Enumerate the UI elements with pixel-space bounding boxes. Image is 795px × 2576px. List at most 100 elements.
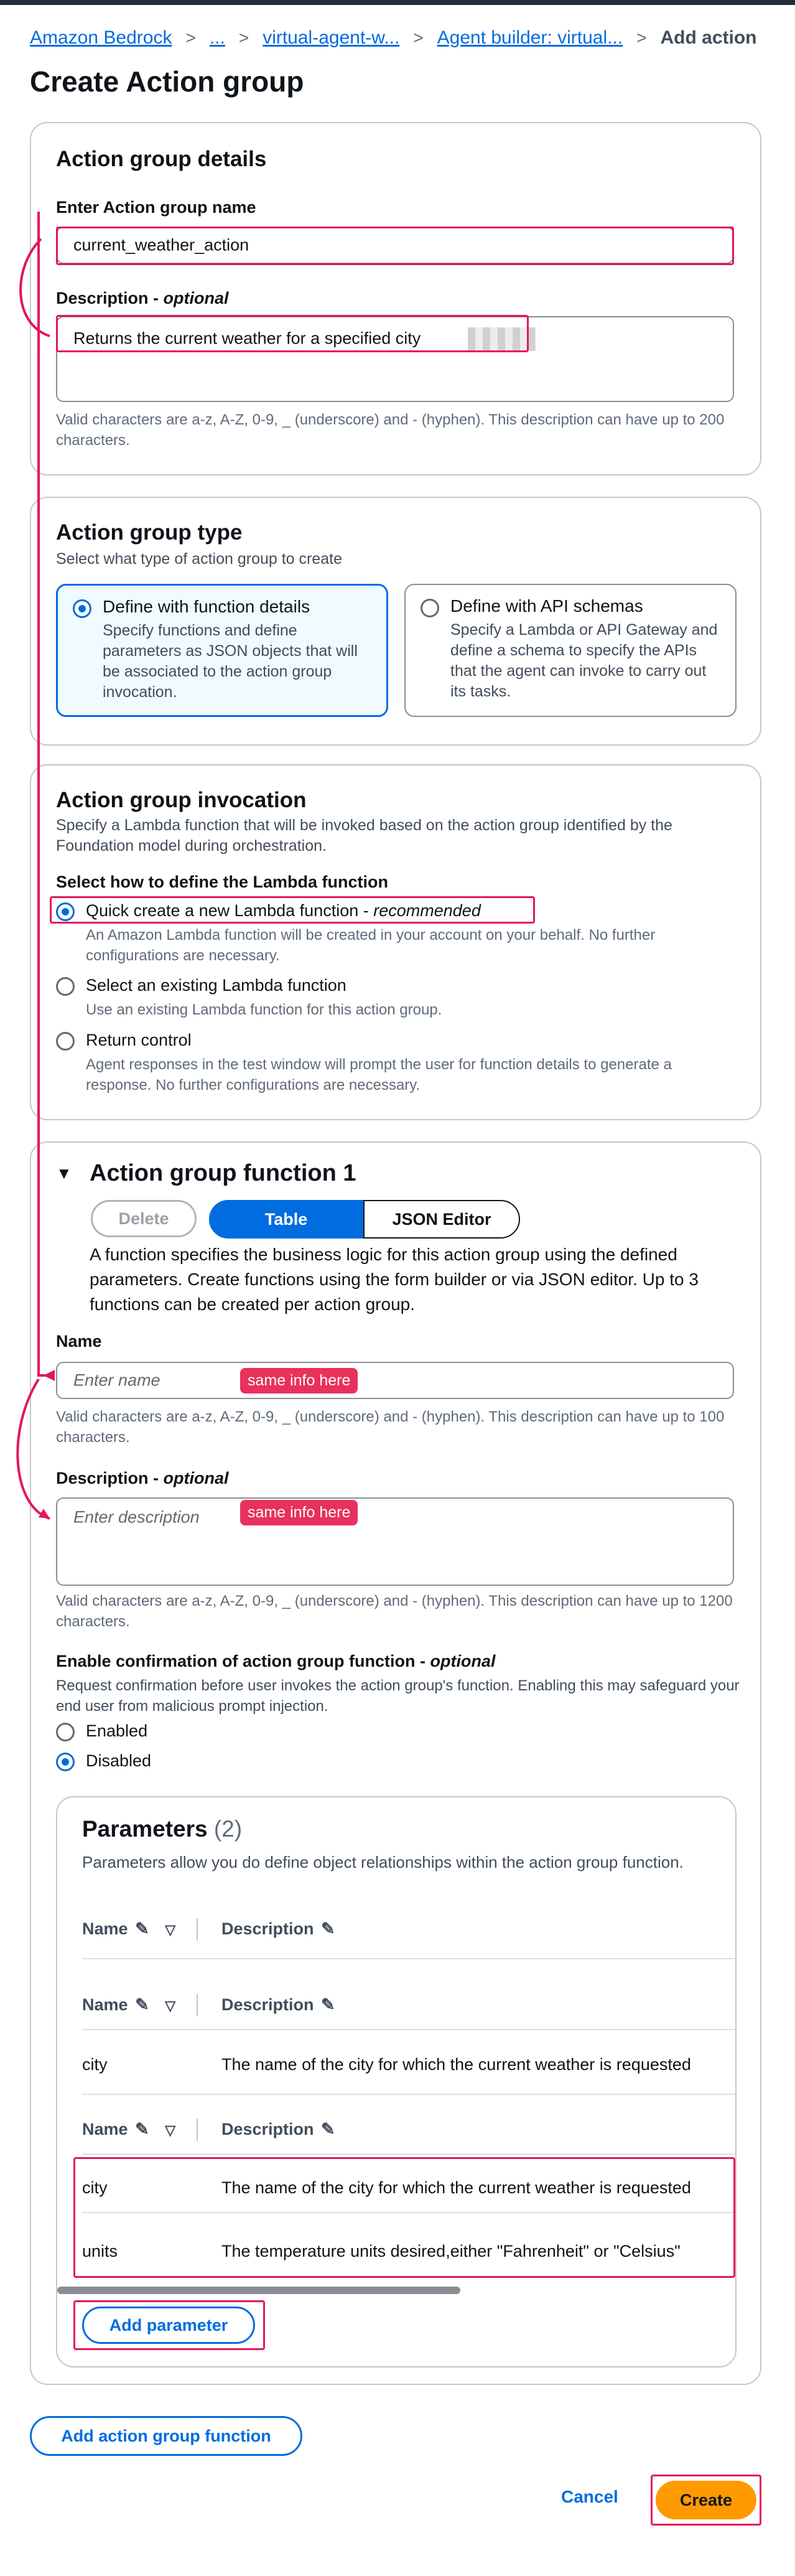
breadcrumb-amazon-bedrock[interactable]: Amazon Bedrock bbox=[30, 27, 172, 49]
quick-create-title: Quick create a new Lambda function - rec… bbox=[86, 901, 481, 920]
parameters-container: Parameters (2) Parameters allow you do d… bbox=[56, 1796, 737, 2368]
tile-api-schemas[interactable]: Define with API schemas Specify a Lambda… bbox=[404, 584, 737, 717]
json-editor-toggle[interactable]: JSON Editor bbox=[363, 1200, 520, 1239]
invocation-heading: Action group invocation bbox=[56, 788, 307, 812]
function-name-input[interactable]: Enter name bbox=[56, 1362, 734, 1399]
invocation-panel: Action group invocation Specify a Lambda… bbox=[30, 764, 761, 1120]
tile-function-details-title: Define with function details bbox=[103, 597, 310, 616]
function-name-label: Name bbox=[56, 1332, 102, 1351]
function-name-placeholder: Enter name bbox=[73, 1370, 160, 1390]
param-desc-cell[interactable]: The temperature units desired,either "Fa… bbox=[221, 2242, 681, 2261]
function-heading: Action group function 1 bbox=[90, 1160, 356, 1186]
sort-icon: ▽ bbox=[165, 1922, 176, 1937]
pencil-icon: ✎ bbox=[321, 1995, 335, 2014]
radio-enabled[interactable] bbox=[56, 1723, 75, 1741]
divider bbox=[82, 2094, 735, 2095]
quick-create-desc: An Amazon Lambda function will be create… bbox=[86, 927, 656, 964]
sort-icon: ▽ bbox=[165, 1998, 176, 2013]
function-description-placeholder: Enter description bbox=[73, 1507, 200, 1527]
breadcrumb-current: Add action bbox=[660, 27, 757, 48]
tile-api-schemas-desc: Specify a Lambda or API Gateway and defi… bbox=[450, 621, 718, 700]
create-button[interactable]: Create bbox=[656, 2481, 756, 2519]
details-panel: Action group details Enter Action group … bbox=[30, 122, 761, 475]
chevron-right-icon: > bbox=[238, 28, 249, 47]
lambda-select-label: Select how to define the Lambda function bbox=[56, 873, 389, 891]
pencil-icon: ✎ bbox=[135, 1995, 149, 2014]
type-subtitle: Select what type of action group to crea… bbox=[56, 550, 342, 568]
function-description-textarea[interactable]: Enter description bbox=[56, 1497, 734, 1586]
confirmation-label: Enable confirmation of action group func… bbox=[56, 1652, 496, 1670]
details-hint: Valid characters are a-z, A-Z, 0-9, _ (u… bbox=[56, 411, 725, 449]
caret-down-icon[interactable]: ▼ bbox=[56, 1164, 72, 1183]
name-label: Enter Action group name bbox=[56, 198, 256, 217]
pencil-icon: ✎ bbox=[321, 2120, 335, 2138]
param-name-cell[interactable]: city bbox=[82, 2055, 108, 2074]
cancel-button[interactable]: Cancel bbox=[561, 2487, 618, 2507]
param-name-cell[interactable]: units bbox=[82, 2242, 118, 2261]
type-panel: Action group type Select what type of ac… bbox=[30, 497, 761, 746]
confirmation-desc: Request confirmation before user invokes… bbox=[56, 1677, 740, 1715]
tile-api-schemas-title: Define with API schemas bbox=[450, 596, 643, 616]
existing-lambda-desc: Use an existing Lambda function for this… bbox=[86, 1001, 442, 1018]
breadcrumb-ellipsis[interactable]: ... bbox=[210, 27, 225, 49]
function-description-label: Description - optional bbox=[56, 1469, 229, 1487]
pencil-icon: ✎ bbox=[135, 1919, 149, 1938]
top-bar bbox=[0, 0, 795, 5]
return-control-title: Return control bbox=[86, 1031, 192, 1049]
radio-function-details[interactable] bbox=[73, 599, 91, 618]
col-name-header: Name ✎ ▽ bbox=[82, 1995, 176, 2014]
radio-existing-lambda[interactable] bbox=[56, 977, 75, 996]
column-divider bbox=[197, 2119, 198, 2141]
param-desc-cell[interactable]: The name of the city for which the curre… bbox=[221, 2055, 691, 2074]
param-desc-cell[interactable]: The name of the city for which the curre… bbox=[221, 2178, 691, 2198]
name-value: current_weather_action bbox=[73, 235, 249, 255]
description-label: Description - optional bbox=[56, 289, 229, 307]
divider bbox=[82, 2153, 735, 2155]
view-toggle: Table JSON Editor bbox=[209, 1200, 520, 1239]
add-function-button[interactable]: Add action group function bbox=[30, 2416, 302, 2456]
col-desc-header: Description ✎ bbox=[221, 2120, 335, 2138]
delete-button[interactable]: Delete bbox=[91, 1200, 197, 1237]
parameters-heading: Parameters (2) bbox=[82, 1816, 243, 1842]
annotation-tag-name: same info here bbox=[240, 1368, 358, 1393]
chevron-right-icon: > bbox=[185, 28, 196, 47]
horizontal-scrollbar[interactable] bbox=[57, 2287, 460, 2294]
enabled-label: Enabled bbox=[86, 1721, 148, 1740]
add-parameter-button[interactable]: Add parameter bbox=[82, 2307, 255, 2344]
chevron-right-icon: > bbox=[413, 28, 424, 47]
return-control-desc: Agent responses in the test window will … bbox=[86, 1056, 672, 1094]
column-divider bbox=[197, 1994, 198, 2016]
function-panel: ▼ Action group function 1 Delete Table J… bbox=[30, 1141, 761, 2385]
breadcrumb: Amazon Bedrock > ... > virtual-agent-w..… bbox=[30, 27, 757, 49]
description-value: Returns the current weather for a specif… bbox=[73, 329, 421, 348]
divider bbox=[82, 2029, 735, 2030]
parameters-desc: Parameters allow you do define object re… bbox=[82, 1853, 684, 1871]
function-description: A function specifies the business logic … bbox=[90, 1245, 699, 1314]
tile-function-details[interactable]: Define with function details Specify fun… bbox=[56, 584, 388, 717]
col-desc-header: Description ✎ bbox=[221, 1919, 335, 1938]
sort-icon: ▽ bbox=[165, 2122, 176, 2138]
radio-return-control[interactable] bbox=[56, 1032, 75, 1051]
action-group-name-input[interactable]: current_weather_action bbox=[56, 227, 734, 264]
divider bbox=[82, 2212, 735, 2213]
column-divider bbox=[197, 1918, 198, 1941]
function-description-hint: Valid characters are a-z, A-Z, 0-9, _ (u… bbox=[56, 1593, 733, 1630]
col-desc-header: Description ✎ bbox=[221, 1995, 335, 2014]
description-textarea[interactable]: Returns the current weather for a specif… bbox=[56, 316, 734, 402]
invocation-subtitle: Specify a Lambda function that will be i… bbox=[56, 817, 672, 855]
radio-disabled[interactable] bbox=[56, 1753, 75, 1771]
details-heading: Action group details bbox=[56, 147, 267, 171]
annotation-tag-description: same info here bbox=[240, 1500, 358, 1525]
disabled-label: Disabled bbox=[86, 1751, 152, 1770]
radio-quick-create[interactable] bbox=[56, 902, 75, 921]
col-name-header: Name ✎ ▽ bbox=[82, 2120, 176, 2138]
radio-api-schemas[interactable] bbox=[421, 599, 439, 617]
param-name-cell[interactable]: city bbox=[82, 2178, 108, 2198]
existing-lambda-title: Select an existing Lambda function bbox=[86, 976, 346, 995]
redacted-block bbox=[468, 327, 536, 351]
breadcrumb-agent[interactable]: virtual-agent-w... bbox=[263, 27, 399, 49]
breadcrumb-agent-builder[interactable]: Agent builder: virtual... bbox=[437, 27, 623, 49]
pencil-icon: ✎ bbox=[135, 2120, 149, 2138]
table-toggle[interactable]: Table bbox=[209, 1200, 363, 1239]
chevron-right-icon: > bbox=[636, 28, 647, 47]
